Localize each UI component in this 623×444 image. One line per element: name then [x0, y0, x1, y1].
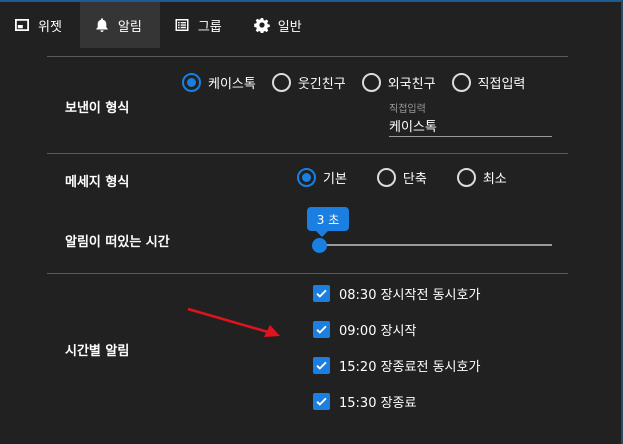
radio-label: 외국친구 — [387, 77, 436, 92]
checkbox-checked-icon — [313, 393, 330, 410]
radio-label: 단축 — [402, 172, 427, 187]
duration-slider-value-tooltip: 3 초 — [307, 207, 349, 237]
schedule-checkbox-1520[interactable]: 15:20 장종료전 동시호가 — [313, 356, 480, 375]
sender-radio-foreign-friend[interactable]: 외국친구 — [361, 73, 436, 92]
radio-label: 기본 — [323, 172, 347, 187]
duration-slider-track[interactable] — [319, 244, 552, 246]
sender-radio-kstalk[interactable]: 케이스톡 — [182, 73, 256, 92]
radio-circle — [456, 168, 476, 187]
radio-label: 케이스톡 — [208, 77, 256, 92]
bell-icon — [94, 17, 110, 33]
message-format-radio-group: 기본 단축 최소 — [297, 168, 523, 187]
tab-label: 일반 — [277, 19, 302, 35]
display-duration-label: 알림이 떠있는 시간 — [65, 235, 170, 250]
tab-general[interactable]: 일반 — [240, 2, 320, 48]
radio-label: 직접입력 — [477, 77, 526, 92]
sender-format-label: 보낸이 형식 — [65, 101, 130, 116]
sender-radio-custom[interactable]: 직접입력 — [451, 73, 526, 92]
gear-icon — [253, 17, 270, 33]
checkbox-label: 08:30 장시작전 동시호가 — [339, 288, 481, 303]
checkbox-checked-icon — [313, 357, 330, 374]
custom-sender-input[interactable]: 직접입력 케이스톡 — [389, 100, 552, 137]
tab-label: 알림 — [117, 19, 142, 35]
message-format-label: 메세지 형식 — [65, 175, 130, 190]
tab-widget[interactable]: 위젯 — [0, 2, 80, 48]
annotation-arrow-icon — [187, 307, 280, 337]
radio-label: 웃긴친구 — [297, 77, 346, 92]
duration-slider-thumb[interactable] — [312, 238, 327, 253]
custom-sender-input-value: 케이스톡 — [389, 120, 437, 135]
checkbox-label: 15:20 장종료전 동시호가 — [339, 360, 481, 375]
checkbox-label: 15:30 장종료 — [339, 396, 417, 411]
radio-label: 최소 — [482, 172, 507, 187]
scheduled-alerts-label: 시간별 알림 — [65, 344, 130, 359]
schedule-checkbox-0830[interactable]: 08:30 장시작전 동시호가 — [313, 284, 480, 303]
tab-groups[interactable]: 그룹 — [160, 2, 240, 48]
divider — [47, 153, 568, 154]
list-icon — [174, 17, 190, 33]
widget-icon — [14, 17, 30, 33]
radio-circle — [376, 168, 396, 187]
custom-sender-input-label: 직접입력 — [389, 104, 426, 115]
checkbox-checked-icon — [313, 321, 330, 338]
divider — [47, 273, 568, 274]
checkbox-label: 09:00 장시작 — [339, 324, 417, 339]
radio-circle — [361, 73, 381, 92]
radio-circle — [297, 168, 316, 187]
tab-label: 위젯 — [38, 19, 62, 35]
divider — [47, 56, 568, 57]
schedule-checkbox-0900[interactable]: 09:00 장시작 — [313, 320, 416, 339]
radio-circle — [451, 73, 471, 92]
tab-label: 그룹 — [197, 19, 222, 35]
message-radio-minimal[interactable]: 최소 — [456, 168, 507, 187]
tab-notifications[interactable]: 알림 — [79, 2, 160, 48]
radio-circle — [182, 73, 201, 92]
radio-circle — [271, 73, 291, 92]
message-radio-default[interactable]: 기본 — [297, 168, 347, 187]
tab-bar: 위젯 알림 그룹 일반 — [0, 2, 320, 48]
sender-format-radio-group: 케이스톡 웃긴친구 외국친구 직접입력 — [182, 73, 541, 92]
sender-radio-funny-friend[interactable]: 웃긴친구 — [271, 73, 346, 92]
checkbox-checked-icon — [313, 285, 330, 302]
message-radio-short[interactable]: 단축 — [376, 168, 427, 187]
schedule-checkbox-1530[interactable]: 15:30 장종료 — [313, 392, 416, 411]
